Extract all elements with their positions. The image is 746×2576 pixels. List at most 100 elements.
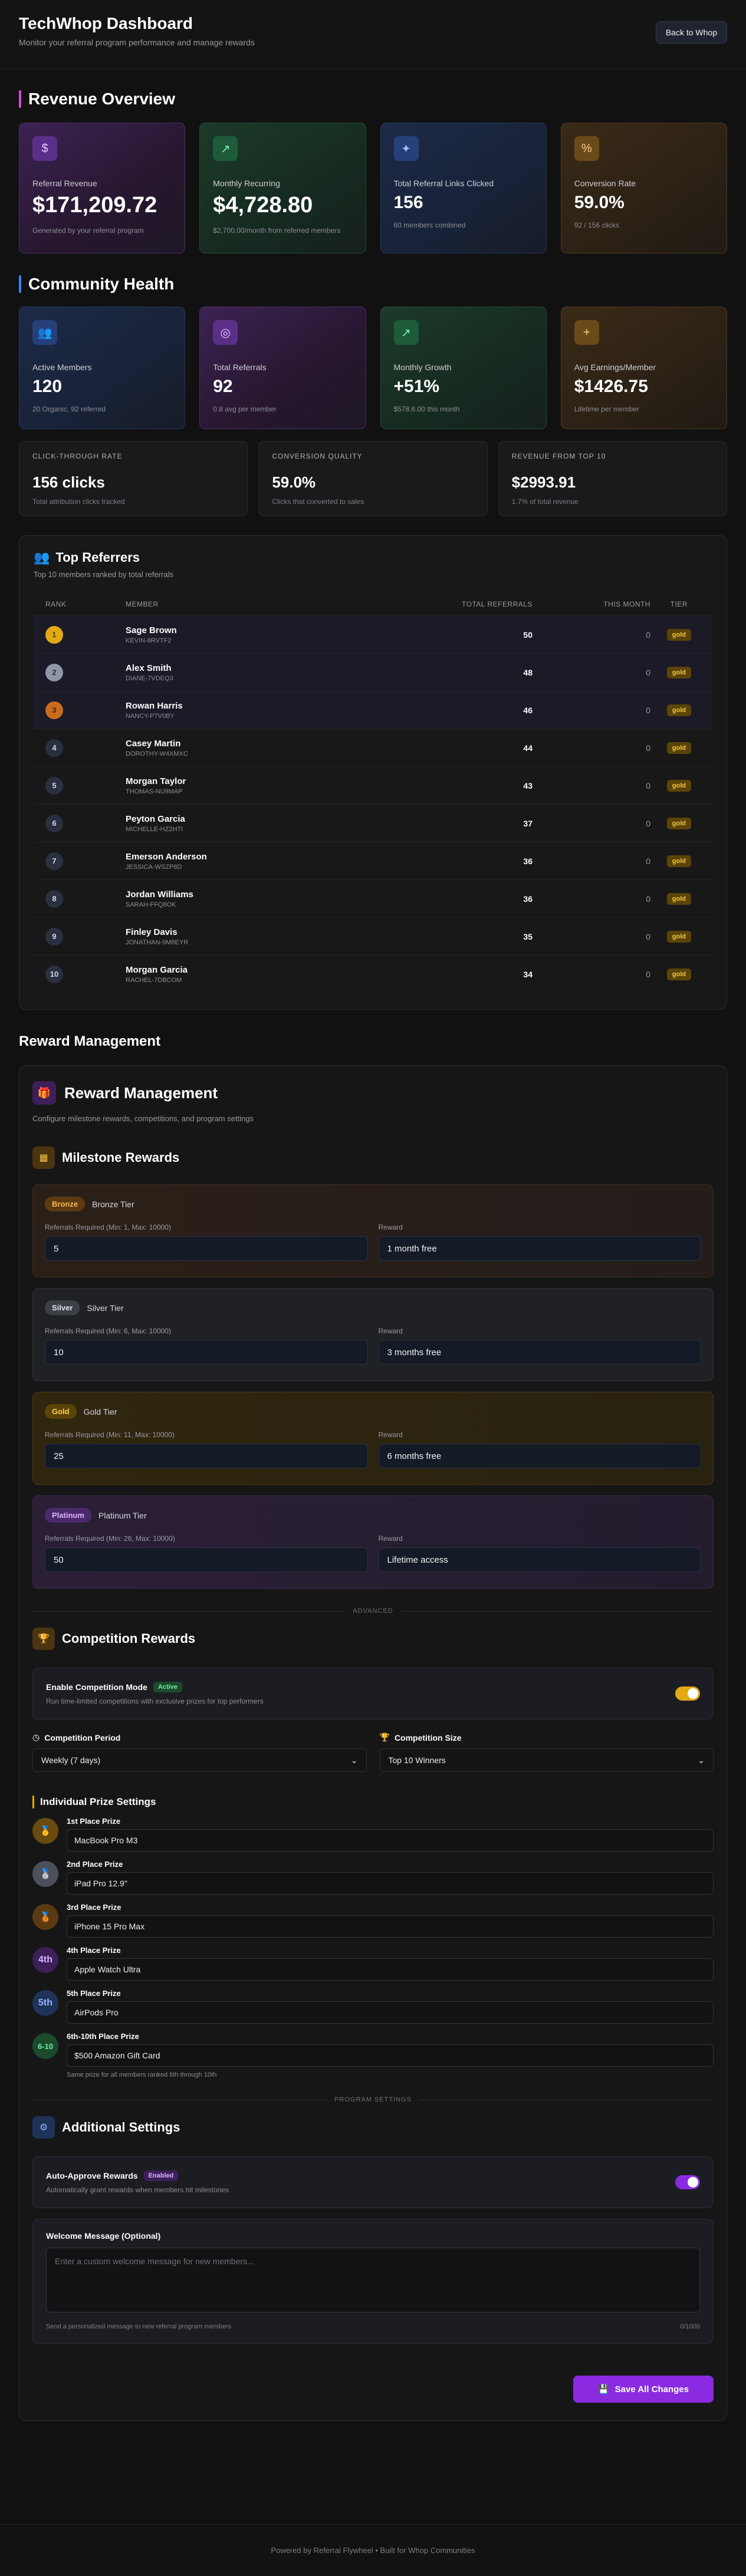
referrals-required-input[interactable]: 25 [45, 1444, 368, 1468]
click-through-card: Click-Through Rate 156 clicks Total attr… [19, 441, 248, 516]
competition-period-select[interactable]: Weekly (7 days) ⌄ [32, 1748, 367, 1772]
prize-input[interactable]: $500 Amazon Gift Card [67, 2044, 714, 2067]
welcome-message-textarea[interactable]: Enter a custom welcome message for new m… [46, 2248, 700, 2313]
tier-cell: gold [650, 930, 701, 943]
rank-badge: 1 [45, 625, 63, 644]
competition-header: 🏆 Competition Rewards [32, 1628, 714, 1650]
prize-label: 2nd Place Prize [67, 1860, 123, 1869]
prize-label: 5th Place Prize [67, 1989, 121, 1998]
revenue-title-text: Revenue Overview [28, 90, 176, 108]
referrers-table: Rank Member Total Referrals This Month T… [34, 593, 712, 993]
table-row: 3 Rowan Harris NANCY-P7V0BY 46 0 gold [34, 691, 712, 729]
tier-badge: gold [666, 704, 691, 716]
revenue-cards: $ Referral Revenue $171,209.72 Generated… [19, 123, 727, 253]
top-referrers-title-text: Top Referrers [55, 550, 140, 565]
this-month: 0 [646, 705, 650, 715]
member-cell: Sage Brown KEVIN-8RVTF2 [126, 625, 415, 644]
this-month: 0 [646, 931, 650, 941]
reward-input[interactable]: 6 months free [378, 1444, 701, 1468]
reward-input[interactable]: 1 month free [378, 1236, 701, 1261]
referrals-required-label: Referrals Required (Min: 11, Max: 10000) [45, 1431, 175, 1439]
auto-approve-title: Auto-Approve Rewards Enabled [46, 2170, 229, 2181]
total-referrals: 43 [523, 780, 533, 790]
revenue-top10-card: Revenue From Top 10 $2993.91 1.7% of tot… [498, 441, 727, 516]
referrals-required-input[interactable]: 10 [45, 1340, 368, 1365]
competition-toggle-label: Enable Competition Mode [46, 1682, 147, 1692]
member-cell: Emerson Anderson JESSICA-WSZP8D [126, 852, 415, 871]
auto-approve-text: Auto-Approve Rewards Enabled Automatical… [46, 2170, 229, 2194]
member-name: Morgan Taylor [126, 776, 186, 786]
main-content: Revenue Overview $ Referral Revenue $171… [0, 88, 746, 2421]
top-header: TechWhop Dashboard Monitor your referral… [0, 0, 746, 70]
total-referrals: 37 [523, 818, 533, 828]
avg-earnings-card: + Avg Earnings/Member $1426.75 Lifetime … [560, 307, 727, 429]
rank-badge: 2 [45, 663, 63, 681]
rank-cell: 6 [45, 814, 126, 832]
referrals-required-input[interactable]: 5 [45, 1236, 368, 1261]
card-value: $1426.75 [574, 377, 648, 396]
col-member: Member [126, 600, 159, 608]
additional-settings-title: Additional Settings [62, 2120, 180, 2134]
tier-tag: Bronze [45, 1197, 86, 1211]
prize-body: 4th Place Prize Apple Watch Ultra [67, 1946, 714, 1981]
save-all-changes-button[interactable]: 💾 Save All Changes [573, 2376, 714, 2403]
prize-row: 🥈 2nd Place Prize iPad Pro 12.9" [32, 1860, 714, 1895]
tier-cell: gold [650, 779, 701, 792]
member-name: Peyton Garcia [126, 813, 185, 824]
reward-input[interactable]: 3 months free [378, 1340, 701, 1365]
member-name: Rowan Harris [126, 700, 183, 711]
card-note: 60 members combined [393, 221, 466, 229]
size-label: 🏆 Competition Size [380, 1732, 714, 1742]
back-to-whop-button[interactable]: Back to Whop [655, 21, 727, 44]
tier-fields: Referrals Required (Min: 11, Max: 10000)… [45, 1431, 701, 1468]
total-referrals-card: ◎ Total Referrals 92 0.8 avg per member [199, 307, 366, 429]
chevron-down-icon: ⌄ [350, 1755, 358, 1765]
page-footer: Powered by Referral Flywheel • Built for… [0, 2524, 746, 2576]
reward-title: Reward Management [64, 1083, 218, 1102]
community-mini-cards: Click-Through Rate 156 clicks Total attr… [19, 441, 727, 516]
card-value: 59.0% [574, 193, 625, 212]
rank-cell: 5 [45, 776, 126, 795]
tier-fields: Referrals Required (Min: 26, Max: 10000)… [45, 1534, 701, 1572]
member-cell: Jordan Williams SARAH-FFQ8OK [126, 890, 415, 908]
rank-cell: 4 [45, 739, 126, 757]
prize-row: 🥉 3rd Place Prize iPhone 15 Pro Max [32, 1903, 714, 1938]
prize-input[interactable]: AirPods Pro [67, 2001, 714, 2024]
prize-row: 6-10 6th-10th Place Prize $500 Amazon Gift… [32, 2032, 714, 2078]
competition-toggle-text: Enable Competition Mode Active Run time-… [46, 1682, 264, 1705]
monthly-growth-card: ↗ Monthly Growth +51% $578.6.00 this mon… [380, 307, 547, 429]
tier-heading: Platinum Platinum Tier [45, 1508, 701, 1523]
milestone-tiers: Bronze Bronze Tier Referrals Required (Min… [32, 1184, 714, 1589]
tier-heading: Gold Gold Tier [45, 1404, 701, 1419]
referrals-required-label: Referrals Required (Min: 1, Max: 10000) [45, 1223, 172, 1231]
prize-body: 5th Place Prize AirPods Pro [67, 1989, 714, 2024]
prize-label: 4th Place Prize [67, 1946, 121, 1955]
community-section-title: Community Health [19, 274, 727, 295]
referrals-required-input[interactable]: 50 [45, 1547, 368, 1572]
total-referrals: 34 [523, 969, 533, 979]
member-name: Morgan Garcia [126, 964, 188, 975]
card-note: $2,700.00/month from referred members [213, 226, 341, 235]
rank-badge: 5 [45, 776, 63, 795]
table-row: 10 Morgan Garcia RACHEL-7DBCOM 34 0 gold [34, 955, 712, 993]
card-label: Total Referral Links Clicked [393, 179, 494, 188]
rank-badge: 3 [45, 701, 63, 719]
tier-cell: gold [650, 628, 701, 641]
card-label: Conversion Rate [574, 179, 636, 188]
reward-input[interactable]: Lifetime access [378, 1547, 701, 1572]
prize-input[interactable]: MacBook Pro M3 [67, 1829, 714, 1852]
medal-icon: 🥇 [32, 1818, 58, 1844]
competition-mode-switch[interactable] [675, 1686, 700, 1701]
tier-fields: Referrals Required (Min: 6, Max: 10000) 1… [45, 1327, 701, 1365]
prize-input[interactable]: iPhone 15 Pro Max [67, 1915, 714, 1938]
prize-input[interactable]: Apple Watch Ultra [67, 1958, 714, 1981]
col-rank: Rank [45, 600, 67, 608]
competition-size-select[interactable]: Top 10 Winners ⌄ [379, 1748, 714, 1772]
member-code: SARAH-FFQ8OK [126, 901, 176, 908]
auto-approve-switch[interactable] [675, 2175, 700, 2189]
status-badge: Active [153, 1682, 182, 1692]
prize-input[interactable]: iPad Pro 12.9" [67, 1872, 714, 1895]
sparkle-icon: ✦ [393, 136, 419, 161]
rank-badge: 4 [45, 739, 63, 757]
referrals-required-field: Referrals Required (Min: 6, Max: 10000) 1… [45, 1327, 368, 1365]
